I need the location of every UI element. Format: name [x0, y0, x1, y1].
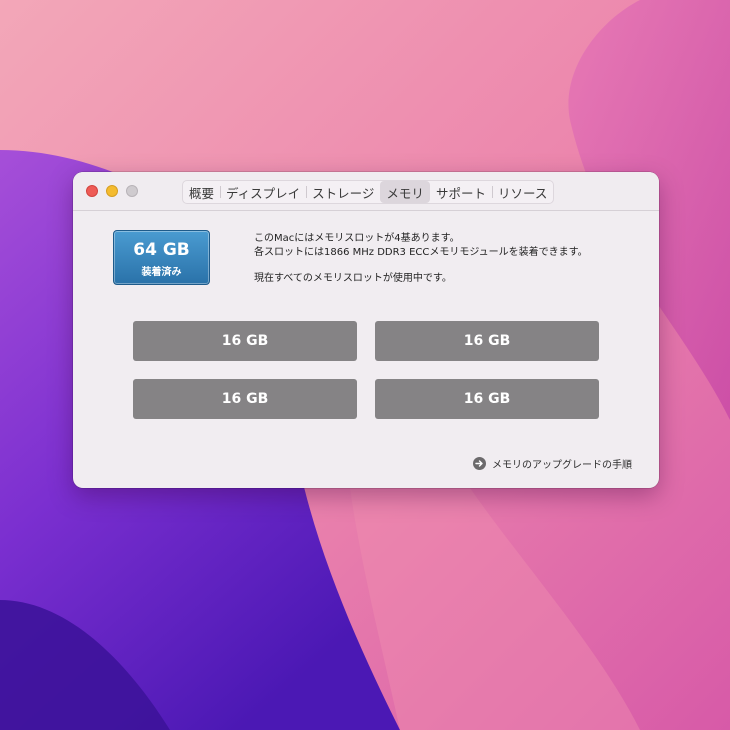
upgrade-link-label: メモリのアップグレードの手順 — [492, 460, 632, 471]
slot-count-text: このMacにはメモリスロットが4基あります。 — [254, 233, 460, 244]
total-memory-size: 64 GB — [133, 240, 190, 260]
tab-storage[interactable]: ストレージ — [306, 181, 380, 203]
memory-info: このMacにはメモリスロットが4基あります。 各スロットには1866 MHz D… — [254, 232, 588, 286]
tab-memory[interactable]: メモリ — [380, 181, 430, 203]
arrow-circle-right-icon — [473, 457, 486, 470]
memory-slot-4: 16 GB — [375, 379, 599, 419]
installed-label: 装着済み — [141, 267, 182, 278]
memory-slot-2: 16 GB — [375, 321, 599, 361]
close-window-button[interactable] — [86, 185, 98, 197]
title-bar: 概要 ディスプレイ ストレージ メモリ サポート リソース — [73, 172, 659, 211]
tab-support[interactable]: サポート — [430, 181, 492, 203]
module-spec-text: 各スロットには1866 MHz DDR3 ECCメモリモジュールを装着できます。 — [254, 247, 588, 258]
zoom-window-button[interactable] — [126, 185, 138, 197]
minimize-window-button[interactable] — [106, 185, 118, 197]
tab-resources[interactable]: リソース — [491, 181, 553, 203]
tab-overview[interactable]: 概要 — [183, 181, 220, 203]
memory-slot-1: 16 GB — [133, 321, 357, 361]
memory-slot-3: 16 GB — [133, 379, 357, 419]
tab-displays[interactable]: ディスプレイ — [220, 181, 306, 203]
total-memory-badge: 64 GB 装着済み — [113, 230, 210, 285]
about-this-mac-window: 概要 ディスプレイ ストレージ メモリ サポート リソース 64 GB 装着済み… — [73, 172, 659, 488]
tab-bar: 概要 ディスプレイ ストレージ メモリ サポート リソース — [182, 180, 555, 204]
slots-in-use-text: 現在すべてのメモリスロットが使用中です。 — [254, 273, 452, 284]
memory-upgrade-instructions-link[interactable]: メモリのアップグレードの手順 — [473, 456, 632, 471]
